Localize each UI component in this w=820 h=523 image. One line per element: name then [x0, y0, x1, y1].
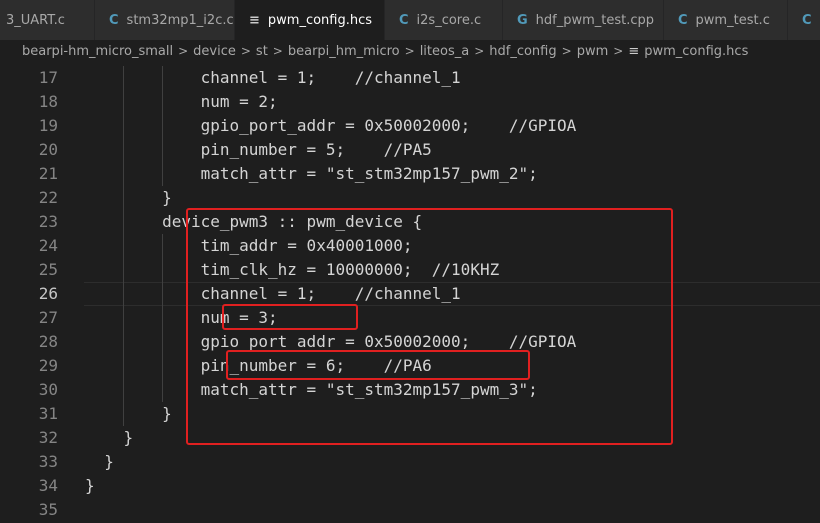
tab-label: i2s_core.c — [416, 12, 482, 28]
code-editor[interactable]: 17 channel = 1; //channel_1 18 num = 2; 19… — [0, 62, 820, 523]
code-line[interactable]: 26 channel = 1; //channel_1 — [0, 282, 820, 306]
c-file-icon: C — [399, 12, 409, 28]
c-file-icon: C — [678, 12, 688, 28]
breadcrumb-item[interactable]: bearpi_hm_micro — [288, 44, 400, 59]
code-text: pin_number = 5; //PA5 — [85, 140, 432, 159]
line-number: 22 — [38, 188, 58, 207]
code-line[interactable]: 31 } — [0, 402, 820, 426]
code-text: device_pwm3 :: pwm_device { — [85, 212, 423, 231]
tab-label: 3_UART.c — [6, 12, 65, 28]
breadcrumb-item[interactable]: bearpi-hm_micro_small — [22, 44, 173, 59]
code-text: tim_addr = 0x40001000; — [85, 236, 413, 255]
code-line[interactable]: 30 match_attr = "st_stm32mp157_pwm_3"; — [0, 378, 820, 402]
code-line[interactable]: 25 tim_clk_hz = 10000000; //10KHZ — [0, 258, 820, 282]
code-text: } — [85, 428, 134, 447]
code-line[interactable]: 28 gpio_port_addr = 0x50002000; //GPIOA — [0, 330, 820, 354]
tab-overflow[interactable]: C — [788, 0, 820, 40]
code-text: } — [85, 476, 95, 495]
chevron-right-icon: > — [178, 44, 189, 58]
line-number: 31 — [38, 404, 58, 423]
line-number: 23 — [38, 212, 58, 231]
code-text: } — [85, 452, 114, 471]
code-text: channel = 1; //channel_1 — [85, 284, 461, 303]
tab-label: pwm_config.hcs — [267, 12, 373, 28]
tab-pwm-config-hcs[interactable]: ≡ pwm_config.hcs ✕ — [235, 0, 398, 40]
chevron-right-icon: > — [404, 44, 415, 58]
text-file-icon: ≡ — [249, 12, 260, 28]
code-line[interactable]: 17 channel = 1; //channel_1 — [0, 66, 820, 90]
tab-hdf-pwm-test-cpp[interactable]: G hdf_pwm_test.cpp — [503, 0, 664, 40]
line-number: 17 — [38, 68, 58, 87]
line-number: 21 — [38, 164, 58, 183]
breadcrumb-item[interactable]: hdf_config — [489, 44, 556, 59]
code-line[interactable]: 18 num = 2; — [0, 90, 820, 114]
code-text: gpio_port_addr = 0x50002000; //GPIOA — [85, 332, 577, 351]
code-text: tim_clk_hz = 10000000; //10KHZ — [85, 260, 500, 279]
line-number: 28 — [38, 332, 58, 351]
chevron-right-icon: > — [613, 44, 624, 58]
text-file-icon: ≡ — [628, 43, 640, 59]
code-text: gpio_port_addr = 0x50002000; //GPIOA — [85, 116, 577, 135]
breadcrumb-item[interactable]: st — [256, 44, 268, 59]
code-line[interactable]: 24 tim_addr = 0x40001000; — [0, 234, 820, 258]
code-line[interactable]: 35 — [0, 498, 820, 522]
code-text: match_attr = "st_stm32mp157_pwm_3"; — [85, 380, 538, 399]
breadcrumb-item[interactable]: liteos_a — [420, 44, 470, 59]
code-text: match_attr = "st_stm32mp157_pwm_2"; — [85, 164, 538, 183]
breadcrumb: bearpi-hm_micro_small > device > st > be… — [0, 40, 820, 62]
code-line[interactable]: 22 } — [0, 186, 820, 210]
code-line[interactable]: 23 device_pwm3 :: pwm_device { — [0, 210, 820, 234]
line-number: 29 — [38, 356, 58, 375]
code-text: } — [85, 188, 172, 207]
line-number: 34 — [38, 476, 58, 495]
code-line[interactable]: 27 num = 3; — [0, 306, 820, 330]
breadcrumb-item[interactable]: device — [193, 44, 236, 59]
line-number: 18 — [38, 92, 58, 111]
tab-pwm-test-c[interactable]: C pwm_test.c — [664, 0, 788, 40]
chevron-right-icon: > — [474, 44, 485, 58]
breadcrumb-file[interactable]: pwm_config.hcs — [644, 44, 748, 59]
line-number: 33 — [38, 452, 58, 471]
tab-stm32mp1-i2c-c[interactable]: C stm32mp1_i2c.c — [95, 0, 235, 40]
breadcrumb-item[interactable]: pwm — [577, 44, 609, 59]
code-line[interactable]: 20 pin_number = 5; //PA5 — [0, 138, 820, 162]
line-number: 20 — [38, 140, 58, 159]
code-line[interactable]: 34} — [0, 474, 820, 498]
code-line[interactable]: 21 match_attr = "st_stm32mp157_pwm_2"; — [0, 162, 820, 186]
tab-label: hdf_pwm_test.cpp — [535, 12, 655, 28]
c-file-icon: C — [802, 12, 812, 28]
code-line[interactable]: 19 gpio_port_addr = 0x50002000; //GPIOA — [0, 114, 820, 138]
chevron-right-icon: > — [240, 44, 251, 58]
code-line[interactable]: 29 pin_number = 6; //PA6 — [0, 354, 820, 378]
line-number: 24 — [38, 236, 58, 255]
code-text: } — [85, 404, 172, 423]
line-number: 19 — [38, 116, 58, 135]
line-number: 30 — [38, 380, 58, 399]
tab-label: pwm_test.c — [695, 12, 770, 28]
code-text: num = 3; — [85, 308, 278, 327]
line-number: 32 — [38, 428, 58, 447]
c-file-icon: C — [109, 12, 119, 28]
tab-i2s-core-c[interactable]: C i2s_core.c — [385, 0, 503, 40]
editor-tab-bar: 3_UART.c C stm32mp1_i2c.c ≡ pwm_config.h… — [0, 0, 820, 40]
cpp-file-icon: G — [517, 12, 528, 28]
code-line[interactable]: 32 } — [0, 426, 820, 450]
tab-label: stm32mp1_i2c.c — [126, 12, 234, 28]
code-line[interactable]: 33 } — [0, 450, 820, 474]
code-text: channel = 1; //channel_1 — [85, 68, 461, 87]
chevron-right-icon: > — [272, 44, 283, 58]
line-number: 35 — [38, 500, 58, 519]
code-text: pin_number = 6; //PA6 — [85, 356, 432, 375]
code-text: num = 2; — [85, 92, 278, 111]
tab-uart-c[interactable]: 3_UART.c — [0, 0, 95, 40]
line-number: 26 — [38, 284, 58, 303]
chevron-right-icon: > — [561, 44, 572, 58]
line-number: 27 — [38, 308, 58, 327]
line-number: 25 — [38, 260, 58, 279]
